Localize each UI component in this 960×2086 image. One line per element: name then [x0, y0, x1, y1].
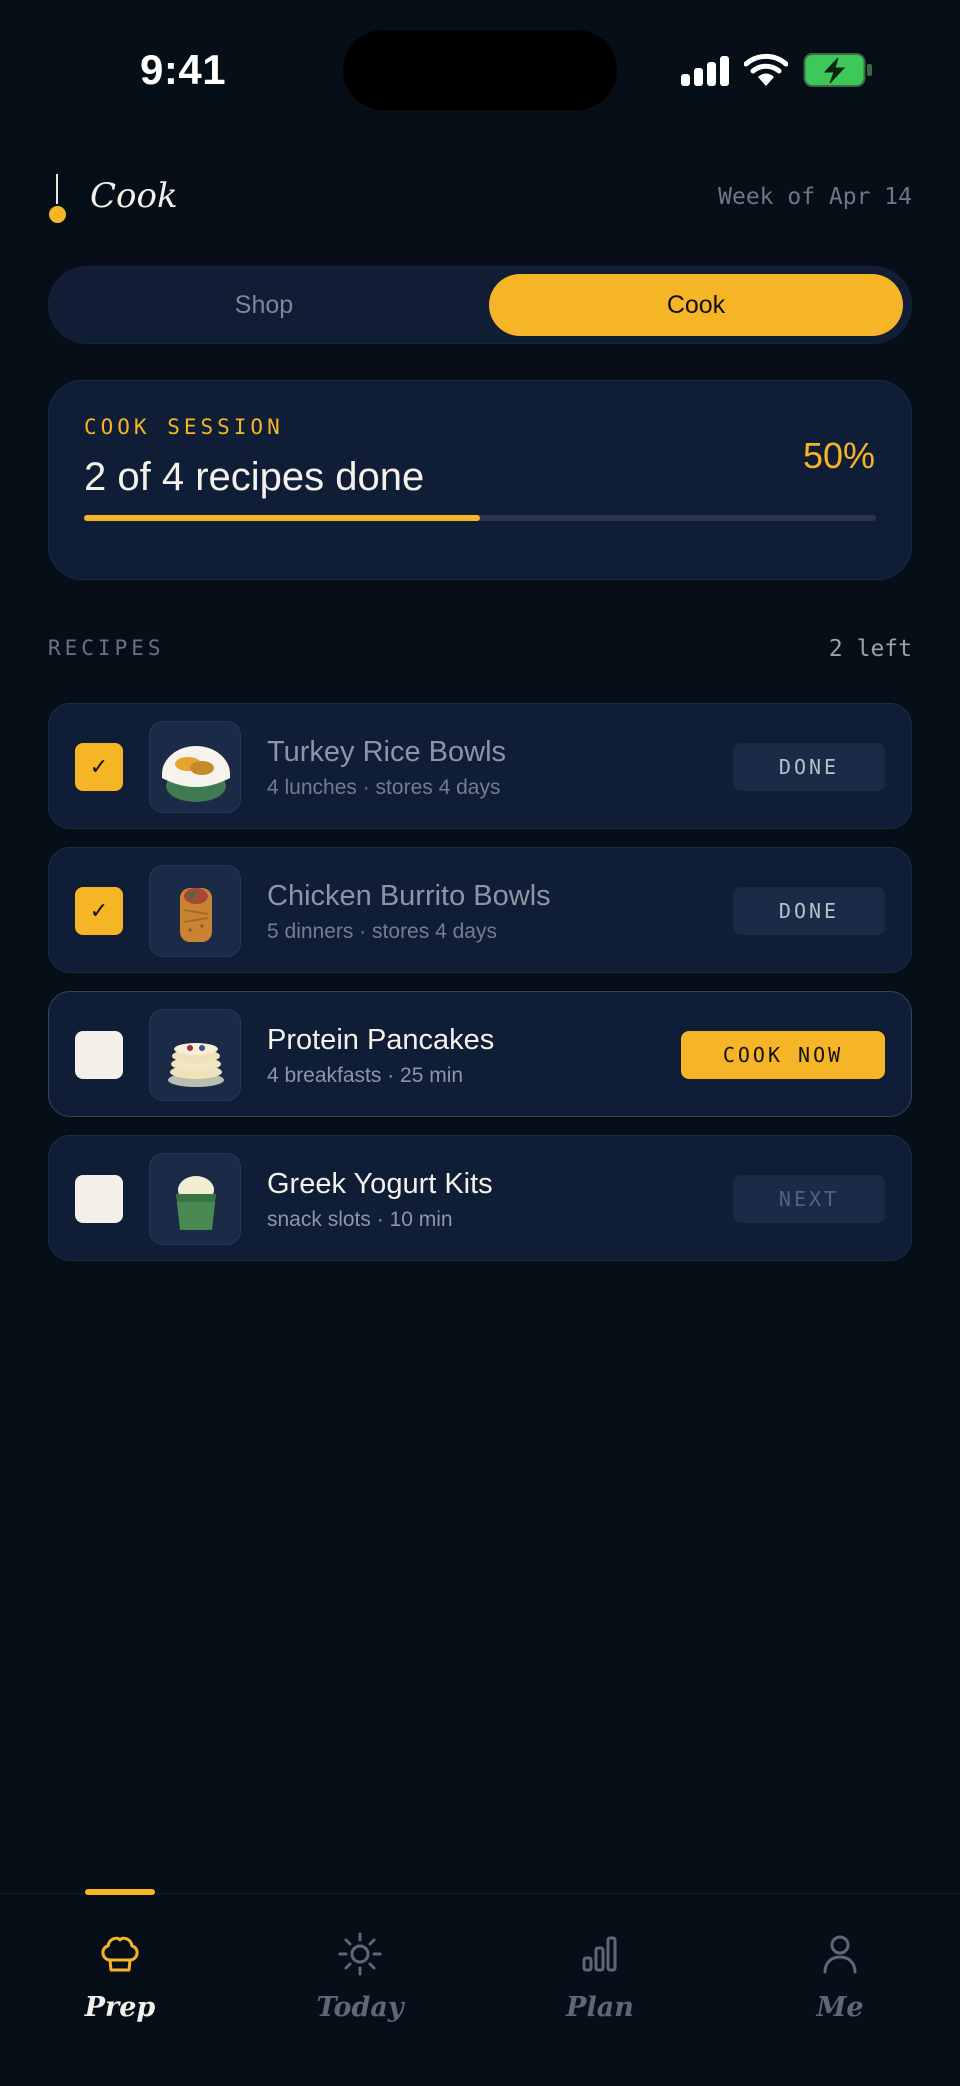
segment-shop[interactable]: Shop — [57, 274, 471, 336]
recipe-subtitle: 4 breakfasts · 25 min — [267, 1064, 464, 1087]
bar-chart-icon — [582, 1936, 617, 1972]
tab-me[interactable]: Me — [720, 1894, 960, 2044]
recipe-title: Turkey Rice Bowls — [267, 736, 507, 768]
tab-prep[interactable]: Prep — [0, 1894, 240, 2044]
shop-cook-segmented-control: Shop Cook — [48, 266, 912, 344]
recipe-title: Greek Yogurt Kits — [267, 1168, 493, 1200]
recipe-done-button[interactable]: DONE — [733, 887, 885, 935]
timer-mark-icon — [48, 174, 66, 224]
cook-now-button[interactable]: COOK NOW — [681, 1031, 885, 1079]
recipe-card[interactable]: Protein Pancakes 4 breakfasts · 25 min C… — [48, 991, 912, 1117]
tab-label: Me — [816, 1992, 864, 2023]
recipe-subtitle: snack slots · 10 min — [267, 1208, 453, 1231]
yogurt-cup-icon — [149, 1153, 241, 1245]
session-progress-bar — [84, 515, 876, 521]
recipe-checkbox[interactable] — [75, 1031, 123, 1079]
bottom-tab-bar: Prep Today Plan Me — [0, 1889, 960, 2086]
checkmark-icon: ✓ — [89, 754, 109, 779]
recipes-section-header: RECIPES 2 left — [48, 636, 912, 666]
recipe-checkbox[interactable]: ✓ — [75, 887, 123, 935]
session-title: 2 of 4 recipes done — [84, 455, 425, 499]
page-title: Cook — [90, 176, 178, 216]
sun-icon — [338, 1932, 382, 1976]
tab-today[interactable]: Today — [240, 1894, 480, 2044]
recipes-section-label: RECIPES — [48, 636, 165, 660]
dynamic-island — [343, 30, 617, 110]
recipe-checkbox[interactable]: ✓ — [75, 743, 123, 791]
session-percent: 50% — [802, 435, 875, 476]
tab-plan[interactable]: Plan — [480, 1894, 720, 2044]
recipes-remaining-count: 2 left — [828, 636, 912, 662]
person-icon — [823, 1935, 857, 1974]
tab-label: Prep — [84, 1992, 156, 2023]
status-bar: 9:41 — [0, 0, 960, 140]
burrito-icon — [149, 865, 241, 957]
pancakes-icon — [149, 1009, 241, 1101]
session-label: COOK SESSION — [84, 415, 284, 439]
cook-session-card: COOK SESSION 2 of 4 recipes done 50% — [48, 380, 912, 580]
chef-hat-icon — [101, 1936, 139, 1972]
segment-cook[interactable]: Cook — [489, 274, 903, 336]
wifi-icon — [743, 52, 789, 88]
recipe-checkbox[interactable] — [75, 1175, 123, 1223]
recipe-card[interactable]: ✓ Chicken Burrito Bowls 5 dinners · stor… — [48, 847, 912, 973]
cellular-signal-icon — [681, 56, 731, 86]
recipe-card[interactable]: Greek Yogurt Kits snack slots · 10 min N… — [48, 1135, 912, 1261]
recipe-title: Protein Pancakes — [267, 1024, 495, 1056]
rice-bowl-icon — [149, 721, 241, 813]
recipe-subtitle: 4 lunches · stores 4 days — [267, 776, 501, 799]
recipe-done-button[interactable]: DONE — [733, 743, 885, 791]
session-progress-fill — [84, 515, 480, 521]
recipe-next-button[interactable]: NEXT — [733, 1175, 885, 1223]
tab-label: Plan — [566, 1992, 634, 2023]
recipe-title: Chicken Burrito Bowls — [267, 880, 551, 912]
checkmark-icon: ✓ — [89, 898, 109, 923]
recipe-card[interactable]: ✓ Turkey Rice Bowls 4 lunches · stores 4… — [48, 703, 912, 829]
page-header: Cook Week of Apr 14 — [48, 170, 912, 230]
week-label: Week of Apr 14 — [718, 184, 912, 210]
status-time: 9:41 — [140, 46, 227, 93]
recipe-subtitle: 5 dinners · stores 4 days — [267, 920, 497, 943]
tab-label: Today — [316, 1992, 404, 2023]
battery-icon — [803, 52, 873, 88]
